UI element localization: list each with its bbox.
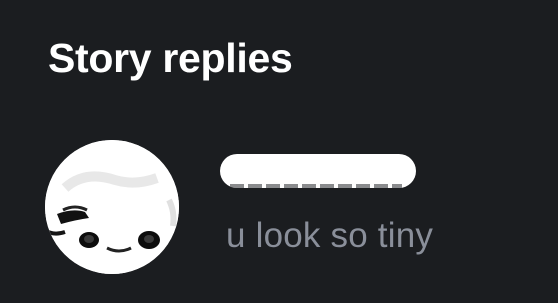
profile-avatar-icon bbox=[45, 140, 179, 274]
section-title: Story replies bbox=[48, 35, 293, 81]
username-redacted[interactable] bbox=[220, 154, 416, 188]
username-redaction-edge bbox=[230, 184, 402, 188]
avatar[interactable] bbox=[45, 140, 179, 274]
reply-message: u look so tiny bbox=[226, 216, 434, 255]
story-reply-item[interactable]: u look so tiny bbox=[0, 130, 558, 280]
